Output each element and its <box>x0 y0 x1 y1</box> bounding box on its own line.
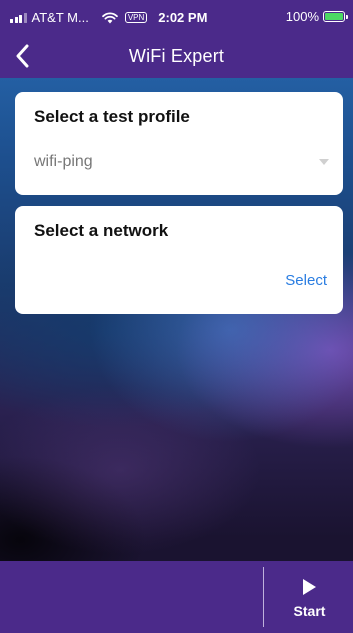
carrier-label: AT&T M... <box>31 10 89 25</box>
test-profile-card: Select a test profile wifi-ping <box>15 92 343 195</box>
status-right: 100% <box>285 9 348 24</box>
status-bar: AT&T M... VPN 2:02 PM 100% <box>0 0 353 34</box>
battery-icon <box>323 11 348 22</box>
page-title: WiFi Expert <box>128 46 225 66</box>
battery-percent: 100% <box>285 9 319 24</box>
nav-bar: WiFi Expert <box>0 34 353 78</box>
status-time: 2:02 PM <box>158 10 208 25</box>
caret-down-icon <box>319 159 329 165</box>
app-screen: AT&T M... VPN 2:02 PM 100% WiFi Expert S… <box>0 0 353 633</box>
test-profile-title: Select a test profile <box>34 107 190 126</box>
test-profile-value: wifi-ping <box>34 153 93 170</box>
bottom-toolbar: Start <box>0 561 353 633</box>
play-icon <box>303 579 316 595</box>
network-card: Select a network Select <box>15 206 343 314</box>
network-title: Select a network <box>34 221 169 240</box>
select-network-button[interactable]: Select <box>285 272 327 289</box>
toolbar-divider <box>263 567 264 627</box>
cellular-signal-icon <box>10 12 27 23</box>
start-button[interactable]: Start <box>266 561 353 633</box>
status-left: AT&T M... VPN 2:02 PM <box>10 10 207 25</box>
vpn-badge: VPN <box>124 12 148 23</box>
wifi-icon <box>102 11 118 23</box>
start-label: Start <box>293 603 326 619</box>
battery-fill <box>325 13 343 20</box>
test-profile-dropdown[interactable]: wifi-ping <box>34 144 333 180</box>
